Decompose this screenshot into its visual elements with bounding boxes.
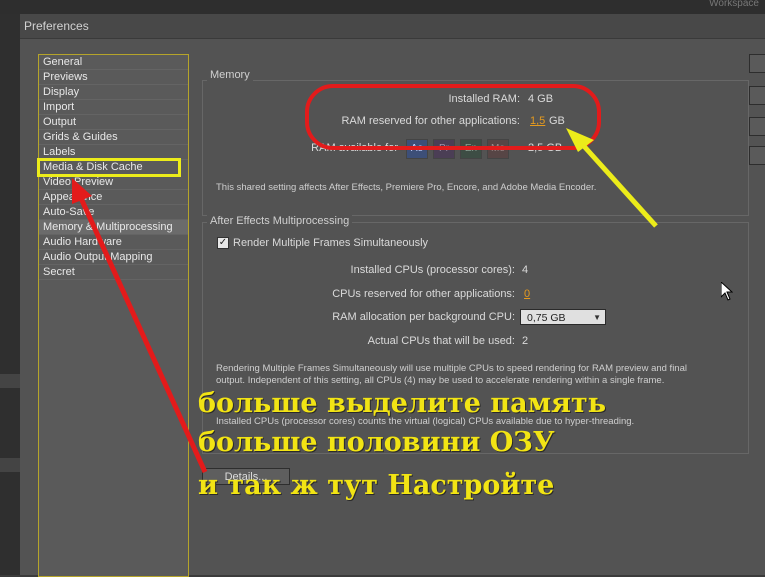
installed-cpus-label: Installed CPUs (processor cores): — [350, 264, 515, 276]
nav-item-audio-output-mapping[interactable]: Audio Output Mapping — [39, 250, 188, 265]
memory-shared-note: This shared setting affects After Effect… — [216, 182, 597, 193]
nav-item-media-disk-cache[interactable]: Media & Disk Cache — [37, 158, 181, 177]
nav-item-video-preview[interactable]: Video Preview — [39, 175, 188, 190]
ram-allocation-select[interactable]: 0,75 GB ▼ — [520, 309, 606, 325]
nav-item-memory-multiprocessing[interactable]: Memory & Multiprocessing — [39, 220, 188, 235]
background-panel-edge — [0, 14, 21, 575]
annotation-line-1: больше выделите память — [198, 388, 607, 419]
multiprocessing-note: Rendering Multiple Frames Simultaneously… — [216, 363, 687, 386]
reserved-cpus-value[interactable]: 0 — [524, 288, 530, 300]
mouse-cursor-icon — [721, 282, 733, 301]
nav-item-display[interactable]: Display — [39, 85, 188, 100]
cancel-button[interactable] — [749, 86, 765, 105]
multiprocessing-legend: After Effects Multiprocessing — [207, 215, 353, 227]
preferences-nav-list: General Previews Display Import Output G… — [37, 54, 189, 577]
previous-button[interactable] — [749, 117, 765, 136]
annotation-line-3: и так ж тут Настройте — [198, 470, 555, 501]
actual-cpus-value: 2 — [522, 335, 529, 347]
nav-item-audio-hardware[interactable]: Audio Hardware — [39, 235, 188, 250]
dialog-titlebar: Preferences — [20, 14, 765, 39]
reserved-cpus-label: CPUs reserved for other applications: — [332, 288, 515, 300]
nav-item-previews[interactable]: Previews — [39, 70, 188, 85]
nav-item-general[interactable]: General — [39, 55, 188, 70]
render-multiple-checkbox[interactable]: ✓ — [217, 237, 229, 249]
red-oval-annotation — [305, 84, 601, 150]
panel-band — [0, 458, 20, 472]
nav-item-grids-guides[interactable]: Grids & Guides — [39, 130, 188, 145]
ram-allocation-value: 0,75 GB — [527, 312, 566, 324]
actual-cpus-label: Actual CPUs that will be used: — [367, 335, 515, 347]
workspace-label[interactable]: Workspace — [709, 0, 759, 9]
chevron-down-icon: ▼ — [593, 313, 601, 322]
render-multiple-label: Render Multiple Frames Simultaneously — [233, 237, 429, 249]
top-toolbar-strip: Workspace — [0, 0, 765, 15]
nav-item-secret[interactable]: Secret — [39, 265, 188, 280]
annotation-line-2: больше половини ОЗУ — [198, 427, 555, 458]
next-button[interactable] — [749, 146, 765, 165]
nav-item-import[interactable]: Import — [39, 100, 188, 115]
dialog-title: Preferences — [24, 19, 89, 33]
memory-legend: Memory — [207, 69, 253, 81]
nav-item-output[interactable]: Output — [39, 115, 188, 130]
ram-allocation-label: RAM allocation per background CPU: — [332, 311, 515, 323]
installed-cpus-value: 4 — [522, 264, 529, 276]
nav-item-auto-save[interactable]: Auto-Save — [39, 205, 188, 220]
panel-band — [0, 374, 20, 388]
ok-button[interactable] — [749, 54, 765, 73]
nav-item-appearance[interactable]: Appearance — [39, 190, 188, 205]
nav-item-labels[interactable]: Labels — [39, 145, 188, 160]
